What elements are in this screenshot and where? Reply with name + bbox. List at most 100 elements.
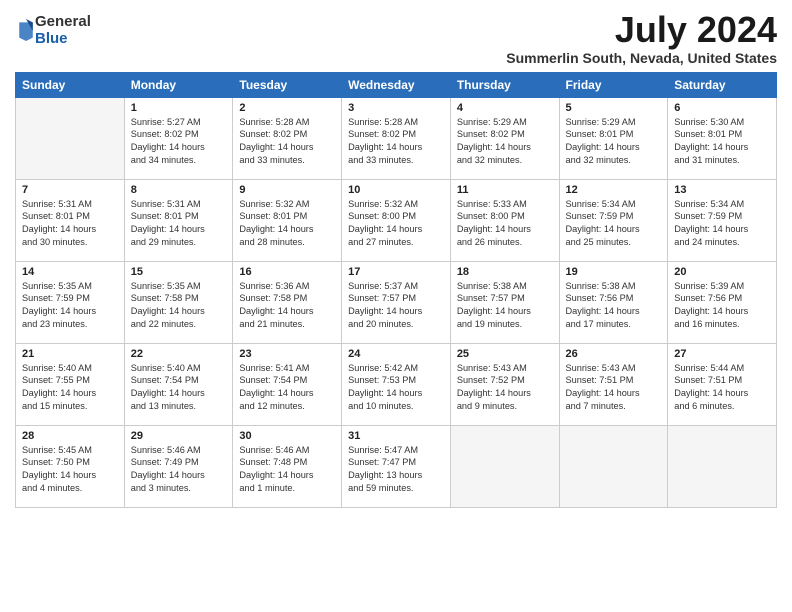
calendar-cell: 22 Sunrise: 5:40 AMSunset: 7:54 PMDayligh…	[124, 343, 233, 425]
day-number: 22	[131, 348, 227, 360]
calendar-cell	[668, 425, 777, 507]
day-info: Sunrise: 5:37 AMSunset: 7:57 PMDaylight:…	[348, 280, 444, 332]
day-number: 14	[22, 266, 118, 278]
calendar-cell: 2 Sunrise: 5:28 AMSunset: 8:02 PMDaylight…	[233, 97, 342, 179]
calendar-cell: 5 Sunrise: 5:29 AMSunset: 8:01 PMDaylight…	[559, 97, 668, 179]
day-number: 16	[239, 266, 335, 278]
logo-blue: Blue	[35, 31, 91, 48]
day-number: 5	[566, 102, 662, 114]
day-info: Sunrise: 5:32 AMSunset: 8:01 PMDaylight:…	[239, 198, 335, 250]
day-info: Sunrise: 5:45 AMSunset: 7:50 PMDaylight:…	[22, 444, 118, 496]
day-info: Sunrise: 5:35 AMSunset: 7:58 PMDaylight:…	[131, 280, 227, 332]
calendar-cell: 1 Sunrise: 5:27 AMSunset: 8:02 PMDaylight…	[124, 97, 233, 179]
calendar-cell: 17Sunrise: 5:37 AMSunset: 7:57 PMDayligh…	[342, 261, 451, 343]
calendar-cell: 12Sunrise: 5:34 AMSunset: 7:59 PMDayligh…	[559, 179, 668, 261]
day-info: Sunrise: 5:40 AMSunset: 7:54 PMDaylight:…	[131, 362, 227, 414]
week-row-1: 7Sunrise: 5:31 AMSunset: 8:01 PMDaylight…	[16, 179, 777, 261]
day-info: Sunrise: 5:40 AMSunset: 7:55 PMDaylight:…	[22, 362, 118, 414]
day-number: 25	[457, 348, 553, 360]
day-info: Sunrise: 5:28 AMSunset: 8:02 PMDaylight:…	[239, 116, 335, 168]
day-info: Sunrise: 5:41 AMSunset: 7:54 PMDaylight:…	[239, 362, 335, 414]
day-number: 6	[674, 102, 770, 114]
day-number: 11	[457, 184, 553, 196]
day-number: 2	[239, 102, 335, 114]
day-number: 15	[131, 266, 227, 278]
calendar-cell: 24 Sunrise: 5:42 AMSunset: 7:53 PMDayligh…	[342, 343, 451, 425]
calendar-cell: 26 Sunrise: 5:43 AMSunset: 7:51 PMDayligh…	[559, 343, 668, 425]
calendar-cell: 8 Sunrise: 5:31 AMSunset: 8:01 PMDaylight…	[124, 179, 233, 261]
calendar-cell: 31Sunrise: 5:47 AMSunset: 7:47 PMDayligh…	[342, 425, 451, 507]
day-info: Sunrise: 5:31 AMSunset: 8:01 PMDaylight:…	[131, 198, 227, 250]
calendar-cell: 11 Sunrise: 5:33 AMSunset: 8:00 PMDayligh…	[450, 179, 559, 261]
calendar-cell: 13Sunrise: 5:34 AMSunset: 7:59 PMDayligh…	[668, 179, 777, 261]
day-number: 10	[348, 184, 444, 196]
day-info: Sunrise: 5:47 AMSunset: 7:47 PMDaylight:…	[348, 444, 444, 496]
col-thursday: Thursday	[450, 72, 559, 97]
calendar-cell	[450, 425, 559, 507]
calendar-cell: 20 Sunrise: 5:39 AMSunset: 7:56 PMDayligh…	[668, 261, 777, 343]
day-info: Sunrise: 5:38 AMSunset: 7:56 PMDaylight:…	[566, 280, 662, 332]
day-info: Sunrise: 5:28 AMSunset: 8:02 PMDaylight:…	[348, 116, 444, 168]
calendar-table: Sunday Monday Tuesday Wednesday Thursday…	[15, 72, 777, 508]
day-number: 18	[457, 266, 553, 278]
day-number: 29	[131, 430, 227, 442]
calendar-cell: 25Sunrise: 5:43 AMSunset: 7:52 PMDayligh…	[450, 343, 559, 425]
day-number: 28	[22, 430, 118, 442]
calendar-cell: 7Sunrise: 5:31 AMSunset: 8:01 PMDaylight…	[16, 179, 125, 261]
calendar-cell: 30Sunrise: 5:46 AMSunset: 7:48 PMDayligh…	[233, 425, 342, 507]
calendar-cell: 14 Sunrise: 5:35 AMSunset: 7:59 PMDayligh…	[16, 261, 125, 343]
logo-icon	[17, 19, 35, 41]
calendar-cell: 27 Sunrise: 5:44 AMSunset: 7:51 PMDayligh…	[668, 343, 777, 425]
col-monday: Monday	[124, 72, 233, 97]
day-info: Sunrise: 5:42 AMSunset: 7:53 PMDaylight:…	[348, 362, 444, 414]
day-info: Sunrise: 5:46 AMSunset: 7:48 PMDaylight:…	[239, 444, 335, 496]
day-number: 21	[22, 348, 118, 360]
day-info: Sunrise: 5:27 AMSunset: 8:02 PMDaylight:…	[131, 116, 227, 168]
day-info: Sunrise: 5:46 AMSunset: 7:49 PMDaylight:…	[131, 444, 227, 496]
day-info: Sunrise: 5:34 AMSunset: 7:59 PMDaylight:…	[674, 198, 770, 250]
day-info: Sunrise: 5:29 AMSunset: 8:01 PMDaylight:…	[566, 116, 662, 168]
calendar-cell: 3Sunrise: 5:28 AMSunset: 8:02 PMDaylight…	[342, 97, 451, 179]
day-info: Sunrise: 5:44 AMSunset: 7:51 PMDaylight:…	[674, 362, 770, 414]
week-row-4: 28 Sunrise: 5:45 AMSunset: 7:50 PMDayligh…	[16, 425, 777, 507]
day-info: Sunrise: 5:43 AMSunset: 7:51 PMDaylight:…	[566, 362, 662, 414]
logo-text: General Blue	[35, 14, 91, 47]
day-number: 27	[674, 348, 770, 360]
day-number: 4	[457, 102, 553, 114]
day-info: Sunrise: 5:32 AMSunset: 8:00 PMDaylight:…	[348, 198, 444, 250]
col-friday: Friday	[559, 72, 668, 97]
day-info: Sunrise: 5:36 AMSunset: 7:58 PMDaylight:…	[239, 280, 335, 332]
day-info: Sunrise: 5:35 AMSunset: 7:59 PMDaylight:…	[22, 280, 118, 332]
col-sunday: Sunday	[16, 72, 125, 97]
calendar-cell: 28 Sunrise: 5:45 AMSunset: 7:50 PMDayligh…	[16, 425, 125, 507]
calendar-cell: 16 Sunrise: 5:36 AMSunset: 7:58 PMDayligh…	[233, 261, 342, 343]
logo: General Blue	[15, 14, 91, 47]
month-title: July 2024	[506, 10, 777, 50]
day-number: 26	[566, 348, 662, 360]
title-block: July 2024 Summerlin South, Nevada, Unite…	[506, 10, 777, 66]
calendar-page: General Blue July 2024 Summerlin South, …	[0, 0, 792, 612]
day-number: 23	[239, 348, 335, 360]
col-wednesday: Wednesday	[342, 72, 451, 97]
header-row: Sunday Monday Tuesday Wednesday Thursday…	[16, 72, 777, 97]
day-number: 8	[131, 184, 227, 196]
location: Summerlin South, Nevada, United States	[506, 50, 777, 66]
day-number: 19	[566, 266, 662, 278]
calendar-cell: 18 Sunrise: 5:38 AMSunset: 7:57 PMDayligh…	[450, 261, 559, 343]
day-info: Sunrise: 5:30 AMSunset: 8:01 PMDaylight:…	[674, 116, 770, 168]
logo-general: General	[35, 14, 91, 31]
day-number: 20	[674, 266, 770, 278]
day-number: 1	[131, 102, 227, 114]
calendar-cell: 10 Sunrise: 5:32 AMSunset: 8:00 PMDayligh…	[342, 179, 451, 261]
calendar-cell: 9Sunrise: 5:32 AMSunset: 8:01 PMDaylight…	[233, 179, 342, 261]
calendar-cell	[559, 425, 668, 507]
day-info: Sunrise: 5:39 AMSunset: 7:56 PMDaylight:…	[674, 280, 770, 332]
day-info: Sunrise: 5:38 AMSunset: 7:57 PMDaylight:…	[457, 280, 553, 332]
calendar-cell: 4Sunrise: 5:29 AMSunset: 8:02 PMDaylight…	[450, 97, 559, 179]
week-row-3: 21 Sunrise: 5:40 AMSunset: 7:55 PMDayligh…	[16, 343, 777, 425]
header: General Blue July 2024 Summerlin South, …	[15, 10, 777, 66]
day-info: Sunrise: 5:33 AMSunset: 8:00 PMDaylight:…	[457, 198, 553, 250]
day-number: 24	[348, 348, 444, 360]
calendar-cell	[16, 97, 125, 179]
calendar-cell: 23 Sunrise: 5:41 AMSunset: 7:54 PMDayligh…	[233, 343, 342, 425]
